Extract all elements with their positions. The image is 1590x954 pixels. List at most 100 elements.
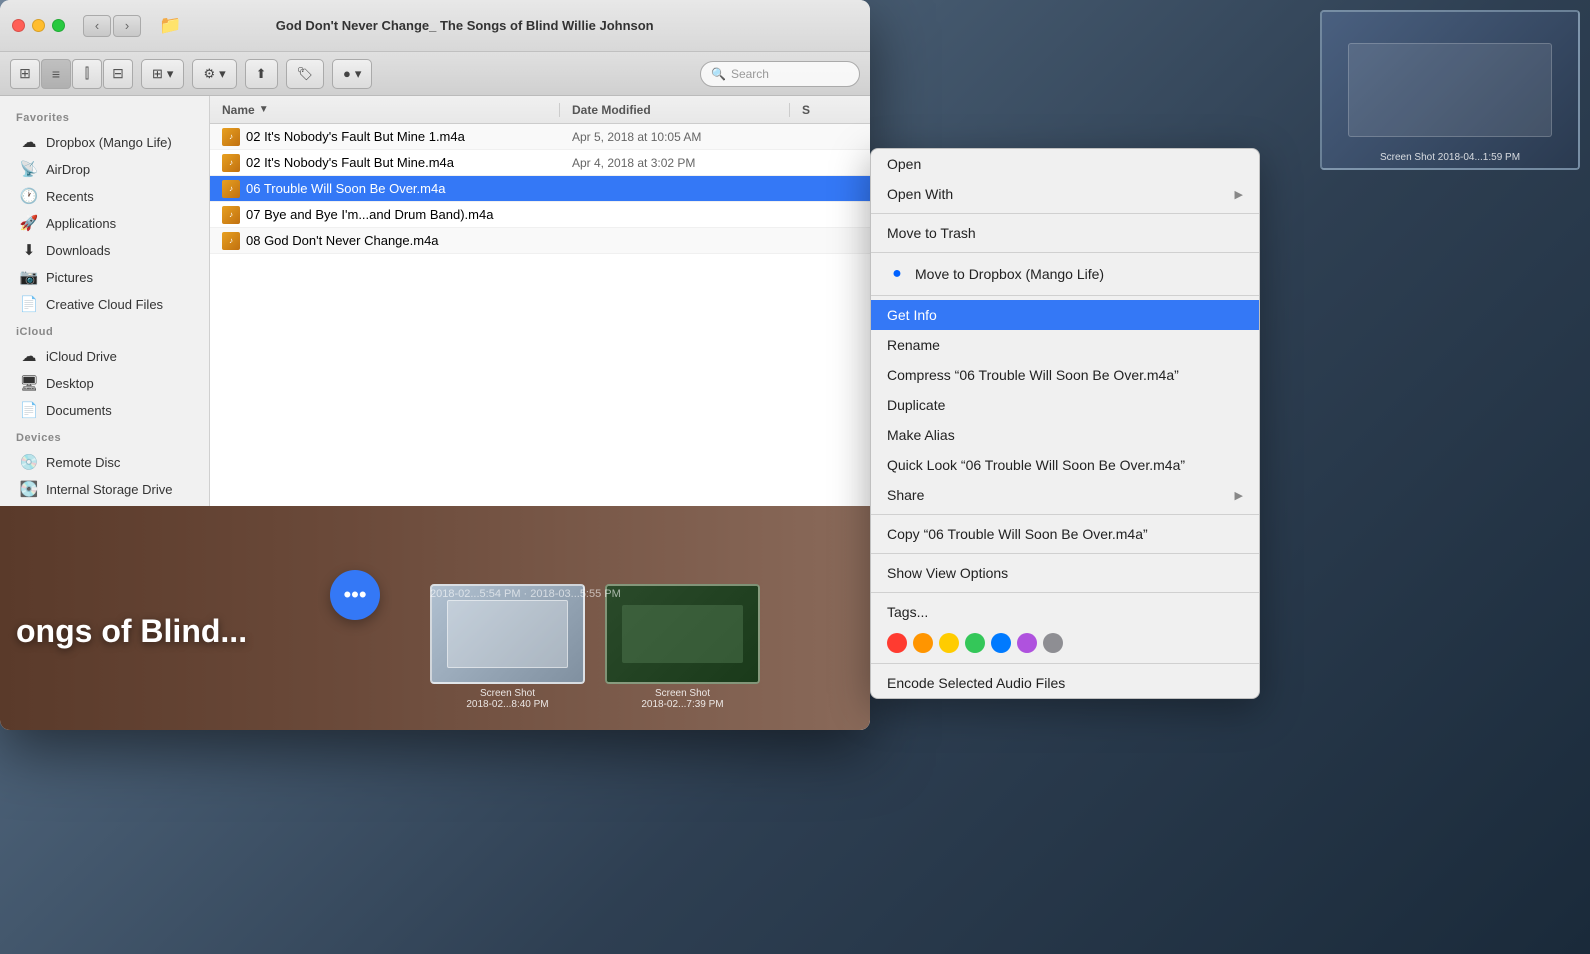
back-button[interactable]: ‹ (83, 15, 111, 37)
table-row[interactable]: ♪ 07 Bye and Bye I'm...and Drum Band).m4… (210, 202, 870, 228)
ctx-divider (871, 592, 1259, 593)
title-bar: ‹ › 📁 God Don't Never Change_ The Songs … (0, 0, 870, 52)
icon-view-button[interactable]: ⊞ (10, 59, 40, 89)
file-icon: ♪ (222, 206, 240, 224)
ctx-encode[interactable]: Encode Selected Audio Files (871, 668, 1259, 698)
downloads-icon: ⬇ (20, 241, 38, 259)
tag-button[interactable]: 🏷 (286, 59, 325, 89)
table-row[interactable]: ♪ 08 God Don't Never Change.m4a (210, 228, 870, 254)
maximize-button[interactable] (52, 19, 65, 32)
sidebar-item-downloads[interactable]: ⬇ Downloads (4, 237, 205, 263)
sidebar-item-recents[interactable]: 🕐 Recents (4, 183, 205, 209)
ctx-open-with[interactable]: Open With ▶ (871, 179, 1259, 209)
sidebar-item-applications[interactable]: 🚀 Applications (4, 210, 205, 236)
file-name: 06 Trouble Will Soon Be Over.m4a (246, 181, 445, 196)
share-submenu-arrow-icon: ▶ (1235, 489, 1243, 502)
favorites-header: Favorites (0, 104, 209, 128)
sidebar-item-remote-disc[interactable]: 💿 Remote Disc (4, 449, 205, 475)
ctx-rename[interactable]: Rename (871, 330, 1259, 360)
sidebar-item-label: Documents (46, 403, 112, 418)
file-name: 07 Bye and Bye I'm...and Drum Band).m4a (246, 207, 493, 222)
finder-window: ‹ › 📁 God Don't Never Change_ The Songs … (0, 0, 870, 730)
ctx-move-trash[interactable]: Move to Trash (871, 218, 1259, 248)
pictures-icon: 📷 (20, 268, 38, 286)
tag-yellow[interactable] (939, 633, 959, 653)
dropbox-ctx-icon: ● (887, 264, 907, 284)
ctx-open-with-label: Open With (887, 186, 953, 202)
documents-icon: 📄 (20, 401, 38, 419)
table-row-selected[interactable]: ♪ 06 Trouble Will Soon Be Over.m4a (210, 176, 870, 202)
ctx-open[interactable]: Open (871, 149, 1259, 179)
close-button[interactable] (12, 19, 25, 32)
col-size-header[interactable]: S (790, 103, 870, 117)
column-view-button[interactable]: ⫿ (72, 59, 102, 89)
screenshot-item-1[interactable]: Screen Shot2018-02...8:40 PM (430, 584, 585, 710)
sidebar-item-internal-storage[interactable]: 💽 Internal Storage Drive (4, 476, 205, 502)
tag-purple[interactable] (1017, 633, 1037, 653)
share-button[interactable]: ⬆ (245, 59, 278, 89)
group-button[interactable]: ⊞▾ (141, 59, 184, 89)
list-view-button[interactable]: ≡ (41, 59, 71, 89)
ctx-tags[interactable]: Tags... (871, 597, 1259, 627)
ctx-get-info-label: Get Info (887, 307, 937, 323)
sidebar-item-icloud-drive[interactable]: ☁ iCloud Drive (4, 343, 205, 369)
tag-red[interactable] (887, 633, 907, 653)
screenshot-item-2[interactable]: Screen Shot2018-02...7:39 PM (605, 584, 760, 710)
ctx-duplicate[interactable]: Duplicate (871, 390, 1259, 420)
sidebar-item-label: iCloud Drive (46, 349, 117, 364)
gallery-view-button[interactable]: ⊟ (103, 59, 133, 89)
sidebar-item-label: Remote Disc (46, 455, 120, 470)
ctx-quick-look[interactable]: Quick Look “06 Trouble Will Soon Be Over… (871, 450, 1259, 480)
dropbox-icon: ☁ (20, 133, 38, 151)
ctx-quick-look-label: Quick Look “06 Trouble Will Soon Be Over… (887, 457, 1185, 473)
file-list-header: Name ▼ Date Modified S (210, 96, 870, 124)
window-title: God Don't Never Change_ The Songs of Bli… (191, 18, 738, 33)
col-name-header[interactable]: Name ▼ (210, 103, 560, 117)
ctx-copy[interactable]: Copy “06 Trouble Will Soon Be Over.m4a” (871, 519, 1259, 549)
tag-blue[interactable] (991, 633, 1011, 653)
tag-green[interactable] (965, 633, 985, 653)
file-icon: ♪ (222, 128, 240, 146)
ctx-share[interactable]: Share ▶ (871, 480, 1259, 510)
more-options-fab[interactable]: ••• (330, 570, 380, 620)
ctx-compress-label: Compress “06 Trouble Will Soon Be Over.m… (887, 367, 1179, 383)
ctx-show-view[interactable]: Show View Options (871, 558, 1259, 588)
search-box[interactable]: 🔍 Search (700, 61, 860, 87)
screenshot-thumbnails: Screen Shot2018-02...8:40 PM Screen Shot… (430, 584, 760, 710)
sidebar-item-dropbox[interactable]: ☁ Dropbox (Mango Life) (4, 129, 205, 155)
file-name: 02 It's Nobody's Fault But Mine 1.m4a (246, 129, 465, 144)
context-menu: Open Open With ▶ Move to Trash ● Move to… (870, 148, 1260, 699)
search-icon: 🔍 (711, 67, 726, 81)
ctx-divider (871, 553, 1259, 554)
sidebar-item-label: Creative Cloud Files (46, 297, 163, 312)
ctx-rename-label: Rename (887, 337, 940, 353)
recents-icon: 🕐 (20, 187, 38, 205)
sidebar-item-documents[interactable]: 📄 Documents (4, 397, 205, 423)
sidebar-item-pictures[interactable]: 📷 Pictures (4, 264, 205, 290)
ctx-get-info[interactable]: Get Info (871, 300, 1259, 330)
col-date-header[interactable]: Date Modified (560, 103, 790, 117)
sidebar-item-desktop[interactable]: 🖥 Desktop (4, 370, 205, 396)
sidebar-item-label: Desktop (46, 376, 94, 391)
minimize-button[interactable] (32, 19, 45, 32)
ctx-move-dropbox[interactable]: ● Move to Dropbox (Mango Life) (871, 257, 1259, 291)
table-row[interactable]: ♪ 02 It's Nobody's Fault But Mine 1.m4a … (210, 124, 870, 150)
table-row[interactable]: ♪ 02 It's Nobody's Fault But Mine.m4a Ap… (210, 150, 870, 176)
ctx-make-alias[interactable]: Make Alias (871, 420, 1259, 450)
ctx-divider (871, 295, 1259, 296)
ctx-compress[interactable]: Compress “06 Trouble Will Soon Be Over.m… (871, 360, 1259, 390)
sidebar-item-creative-cloud[interactable]: 📄 Creative Cloud Files (4, 291, 205, 317)
submenu-arrow-icon: ▶ (1235, 188, 1243, 201)
tag-gray[interactable] (1043, 633, 1063, 653)
sidebar-item-airdrop[interactable]: 📡 AirDrop (4, 156, 205, 182)
airdrop-icon: 📡 (20, 160, 38, 178)
sidebar-item-label: Dropbox (Mango Life) (46, 135, 172, 150)
date-range: 2018-02...5:54 PM · 2018-03...5:55 PM (430, 588, 621, 600)
tag-orange[interactable] (913, 633, 933, 653)
action-button[interactable]: ⚙▾ (192, 59, 236, 89)
sidebar-item-label: Internal Storage Drive (46, 482, 172, 497)
forward-button[interactable]: › (113, 15, 141, 37)
dropbox-button[interactable]: ●▾ (332, 59, 372, 89)
sidebar-item-label: Downloads (46, 243, 110, 258)
bottom-music-area: ongs of Blind... ••• Screen Shot2018-02.… (0, 506, 870, 730)
